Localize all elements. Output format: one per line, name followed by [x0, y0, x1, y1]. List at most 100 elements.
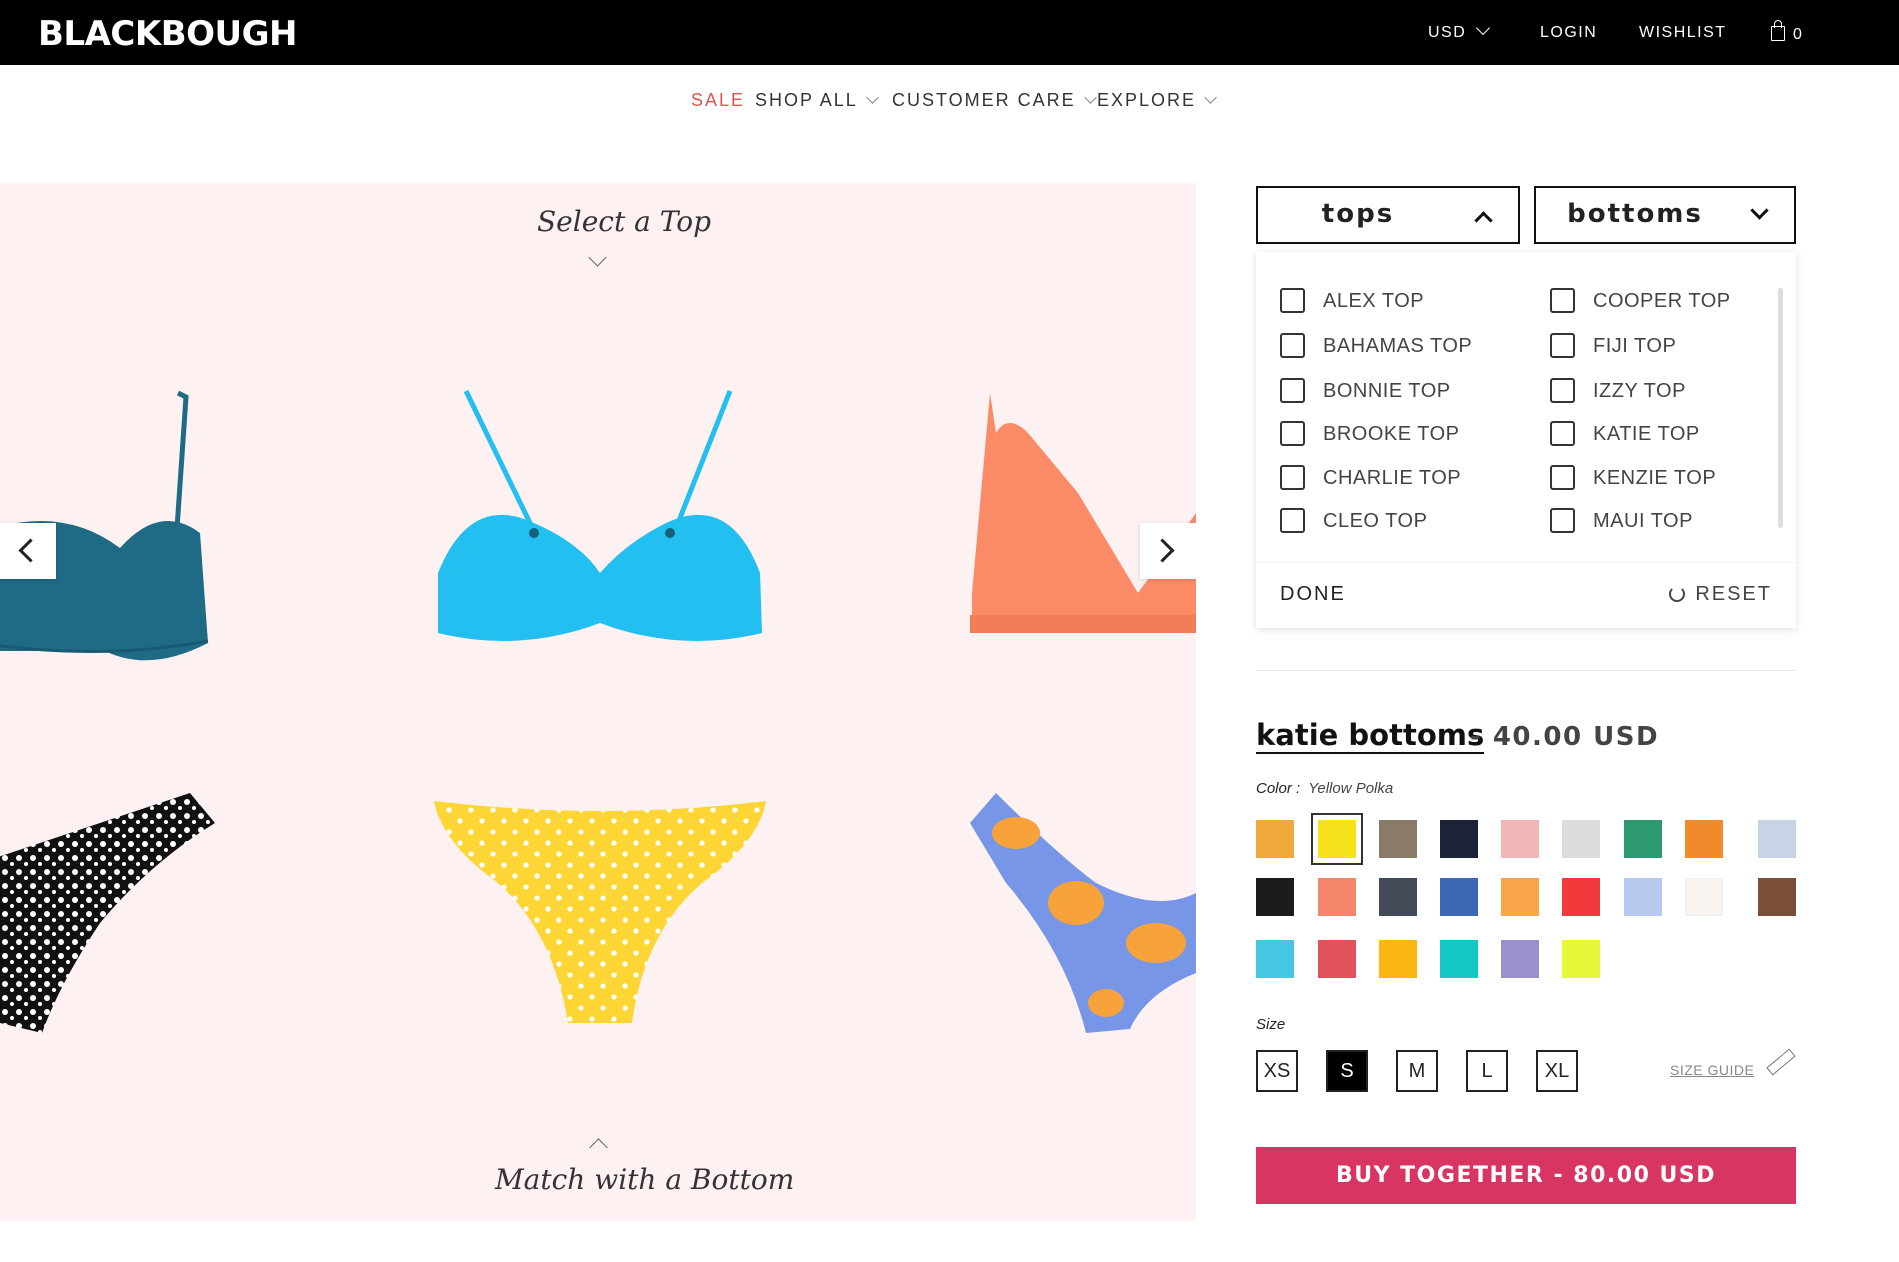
color-swatch-red[interactable] — [1562, 878, 1600, 916]
reset-label: RESET — [1695, 583, 1772, 605]
color-label: Color : Yellow Polka — [1256, 780, 1393, 797]
color-swatch-light-grey[interactable] — [1562, 820, 1600, 858]
carousel-next-button[interactable] — [1140, 523, 1196, 579]
checkbox[interactable] — [1280, 508, 1305, 533]
checkbox[interactable] — [1280, 333, 1305, 358]
checkbox[interactable] — [1550, 465, 1575, 490]
select-top-heading: Select a Top — [537, 205, 711, 238]
nav-sale[interactable]: SALE — [691, 90, 745, 111]
match-bottom-heading: Match with a Bottom — [495, 1163, 795, 1196]
color-swatch-lavender[interactable] — [1501, 940, 1539, 978]
nav-explore[interactable]: EXPLORE — [1097, 90, 1217, 111]
brand-logo[interactable]: BLACKBOUGH — [38, 14, 297, 54]
login-link[interactable]: LOGIN — [1540, 24, 1597, 42]
checkbox[interactable] — [1550, 288, 1575, 313]
color-swatch-golden[interactable] — [1379, 940, 1417, 978]
color-swatch-navy-dot[interactable] — [1440, 820, 1478, 858]
color-swatch-orange-tile[interactable] — [1685, 820, 1723, 858]
option-label: KATIE TOP — [1593, 423, 1700, 445]
bikini-builder: Select a Top Match with a Bottom — [0, 183, 1196, 1221]
color-swatch-blush[interactable] — [1501, 820, 1539, 858]
color-swatch-blue-floral[interactable] — [1440, 878, 1478, 916]
checkbox[interactable] — [1550, 378, 1575, 403]
refresh-icon — [1669, 586, 1686, 602]
tops-dropdown: ALEX TOP BAHAMAS TOP BONNIE TOP BROOKE T… — [1256, 252, 1796, 628]
product-price: - 40.00 USD — [1470, 722, 1660, 752]
color-swatch-snakeskin[interactable] — [1379, 820, 1417, 858]
size-option-m[interactable]: M — [1396, 1050, 1438, 1092]
currency-selector[interactable]: USD — [1428, 20, 1491, 42]
chevron-down-icon — [1083, 91, 1097, 104]
color-swatch-multi-print[interactable] — [1256, 820, 1294, 858]
done-button[interactable]: DONE — [1280, 583, 1346, 606]
tops-selector[interactable]: tops — [1256, 186, 1520, 244]
bottom-product-blue-floral[interactable] — [966, 793, 1196, 1053]
chevron-right-icon — [1150, 538, 1175, 563]
option-label: FIJI TOP — [1593, 335, 1677, 357]
ruler-icon[interactable] — [1766, 1048, 1796, 1076]
shopping-bag-icon — [1771, 20, 1785, 41]
cart-button[interactable]: 0 — [1771, 20, 1802, 44]
divider — [1256, 670, 1796, 671]
chevron-left-icon — [18, 538, 43, 563]
color-swatch-black[interactable] — [1256, 878, 1294, 916]
chevron-down-icon — [1204, 91, 1217, 104]
carousel-prev-button[interactable] — [0, 523, 56, 579]
checkbox[interactable] — [1280, 378, 1305, 403]
color-swatch-teal-dot[interactable] — [1440, 940, 1478, 978]
reset-button[interactable]: RESET — [1669, 583, 1772, 606]
wishlist-link[interactable]: WISHLIST — [1639, 24, 1727, 42]
option-label: BONNIE TOP — [1323, 380, 1451, 402]
color-swatch-charcoal[interactable] — [1379, 878, 1417, 916]
buy-together-button[interactable]: BUY TOGETHER - 80.00 USD — [1256, 1147, 1796, 1204]
checkbox[interactable] — [1550, 421, 1575, 446]
color-swatch-red-gingham[interactable] — [1318, 940, 1356, 978]
color-swatch-coral-stripe[interactable] — [1318, 878, 1356, 916]
chevron-up-icon — [1474, 211, 1493, 230]
checkbox[interactable] — [1550, 508, 1575, 533]
size-guide-link[interactable]: SIZE GUIDE — [1670, 1062, 1754, 1078]
option-label: CLEO TOP — [1323, 510, 1428, 532]
nav-customer-care-label: CUSTOMER CARE — [892, 90, 1076, 110]
color-swatch-cream[interactable] — [1685, 878, 1723, 916]
dropdown-scrollbar[interactable] — [1778, 288, 1783, 528]
color-swatch-pastel-stripe[interactable] — [1758, 820, 1796, 858]
option-label: BROOKE TOP — [1323, 423, 1460, 445]
yellow-polka-bottom-shape — [434, 801, 766, 1023]
top-product-aqua[interactable] — [430, 383, 770, 663]
cart-count: 0 — [1793, 26, 1802, 43]
nav-explore-label: EXPLORE — [1097, 90, 1197, 110]
main-nav: SALE SHOP ALL CUSTOMER CARE EXPLORE — [0, 90, 1899, 112]
color-swatch-brown-snake[interactable] — [1758, 878, 1796, 916]
checkbox[interactable] — [1280, 465, 1305, 490]
nav-customer-care[interactable]: CUSTOMER CARE — [892, 90, 1097, 111]
bottoms-selector[interactable]: bottoms — [1534, 186, 1796, 244]
option-label: MAUI TOP — [1593, 510, 1693, 532]
color-swatch-lime[interactable] — [1562, 940, 1600, 978]
color-value: Yellow Polka — [1308, 780, 1394, 797]
black-dot-bottom-shape — [0, 793, 215, 1033]
size-option-l[interactable]: L — [1466, 1050, 1508, 1092]
color-swatch-turquoise[interactable] — [1256, 940, 1294, 978]
chevron-up-icon — [589, 1138, 608, 1157]
size-option-xl[interactable]: XL — [1536, 1050, 1578, 1092]
bottom-product-black-dot[interactable] — [0, 783, 220, 1043]
size-option-xs[interactable]: XS — [1256, 1050, 1298, 1092]
color-swatch-blue-stripe[interactable] — [1624, 878, 1662, 916]
nav-sale-label: SALE — [691, 90, 746, 110]
chevron-down-icon — [1750, 201, 1769, 220]
size-option-s[interactable]: S — [1326, 1050, 1368, 1092]
option-label: KENZIE TOP — [1593, 467, 1717, 489]
nav-shop-all[interactable]: SHOP ALL — [755, 90, 879, 111]
chevron-down-icon — [865, 91, 879, 104]
bottom-product-yellow-polka[interactable] — [432, 793, 768, 1033]
checkbox[interactable] — [1280, 288, 1305, 313]
checkbox[interactable] — [1280, 421, 1305, 446]
checkbox[interactable] — [1550, 333, 1575, 358]
color-swatch-yellow-polka[interactable] — [1311, 813, 1363, 865]
color-swatch-orange[interactable] — [1501, 878, 1539, 916]
product-title[interactable]: katie bottoms — [1256, 718, 1485, 754]
nav-shop-all-label: SHOP ALL — [755, 90, 858, 110]
chevron-down-icon — [588, 248, 607, 267]
color-swatch-tropical[interactable] — [1624, 820, 1662, 858]
